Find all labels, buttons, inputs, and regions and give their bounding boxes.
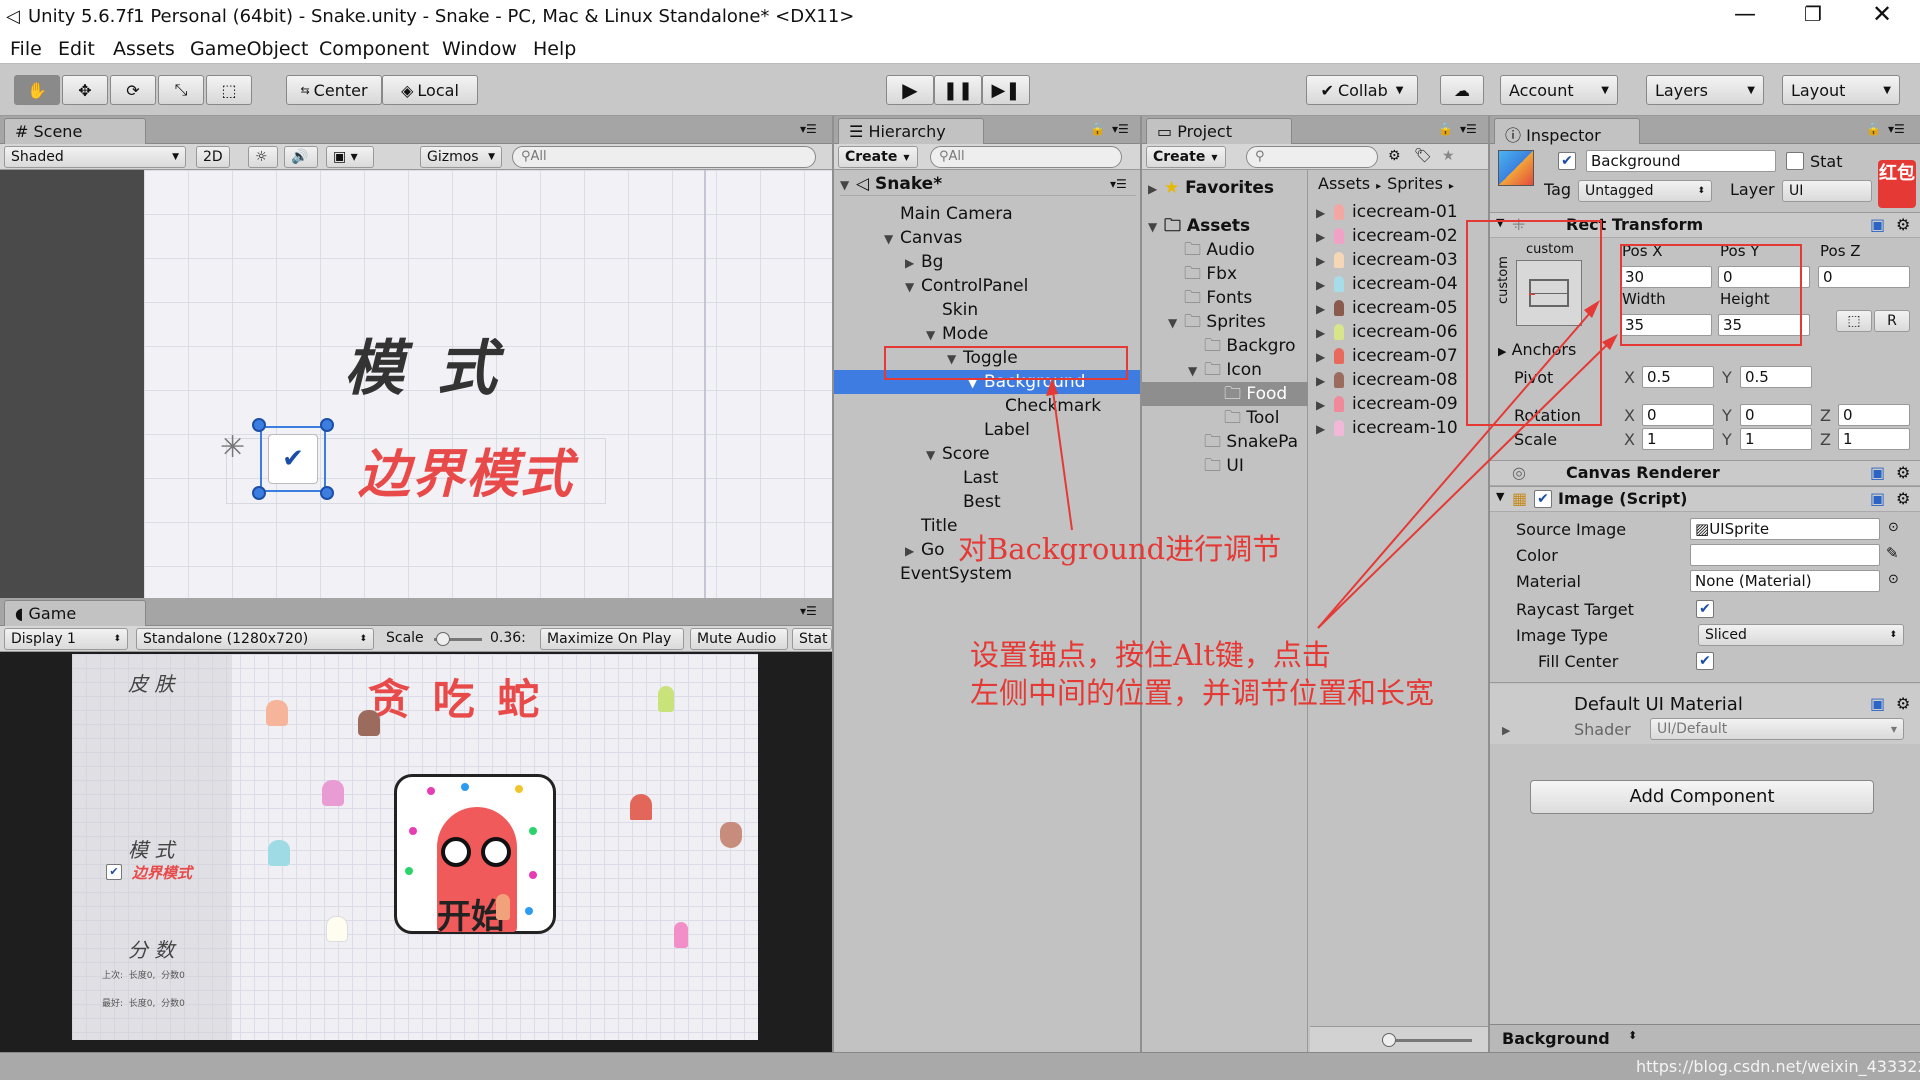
annotation-note-1: 对Background进行调节 [958,532,1282,566]
annotation-note-2-line1: 设置锚点，按住Alt键，点击 [970,638,1331,672]
watermark: https://blog.csdn.net/weixin_43332204 [1636,1057,1920,1076]
status-bar: https://blog.csdn.net/weixin_43332204 [0,1052,1920,1080]
annotation-note-2-line2: 左侧中间的位置，并调节位置和长宽 [970,676,1435,710]
